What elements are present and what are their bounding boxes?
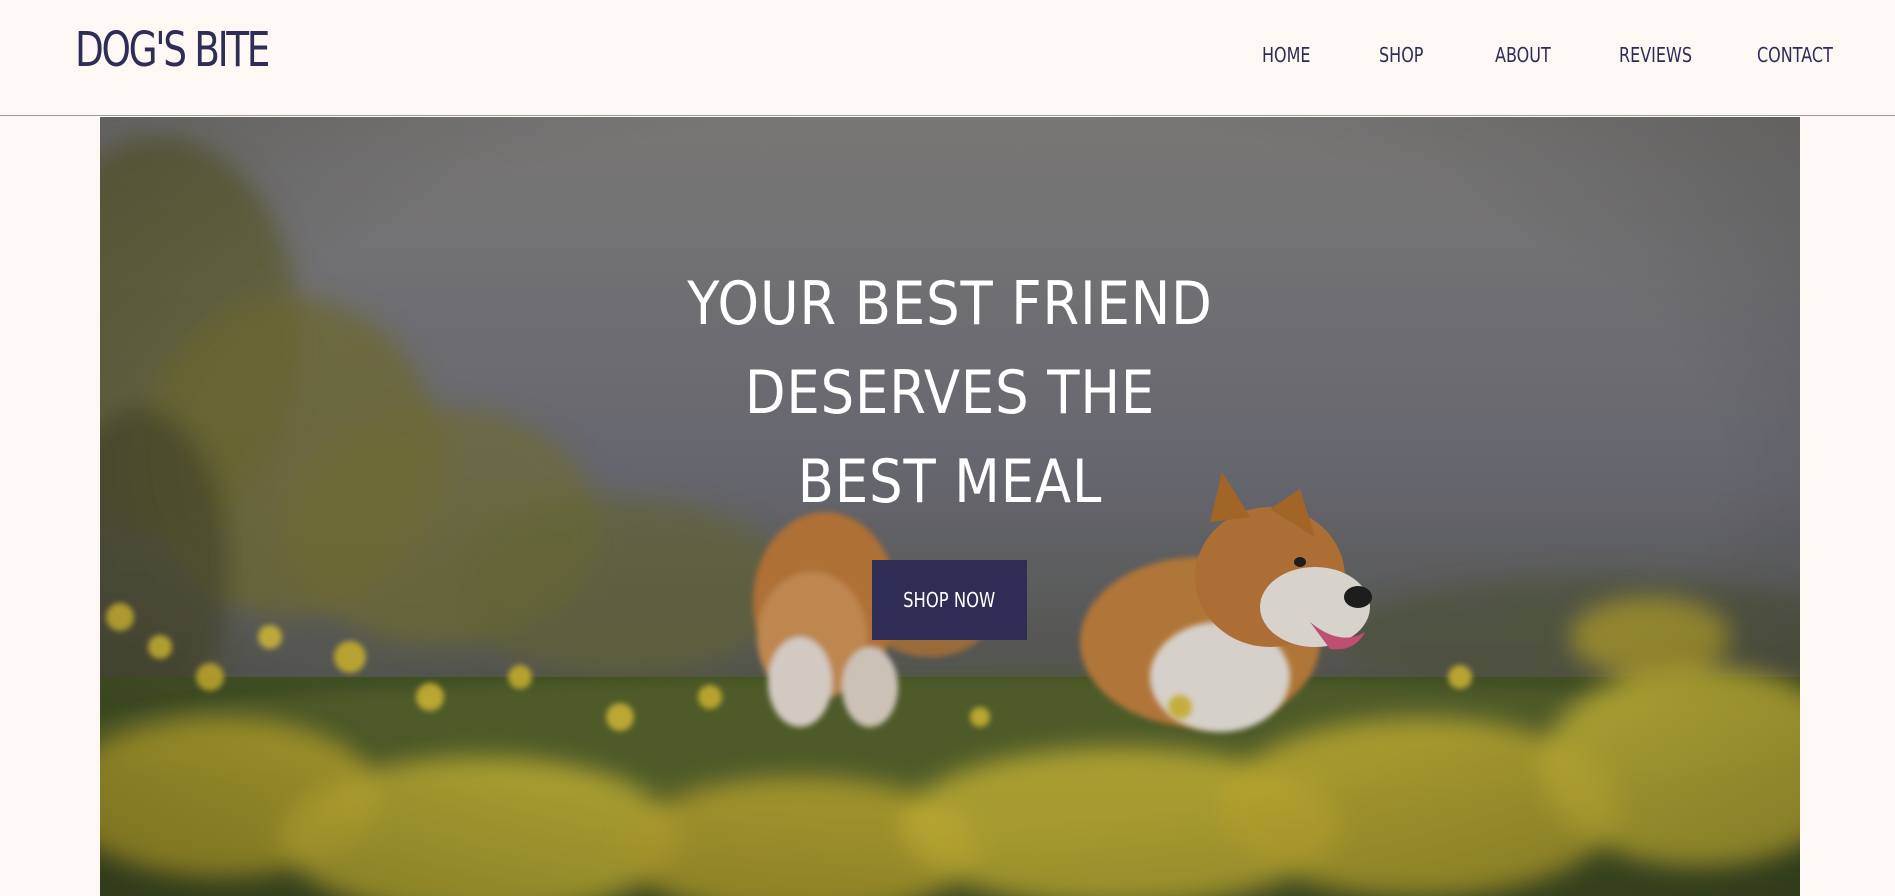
- hero-heading-line-3: BEST MEAL: [797, 447, 1103, 517]
- shop-now-button[interactable]: SHOP NOW: [872, 560, 1027, 640]
- hero-heading-line-2: DESERVES THE: [744, 358, 1156, 428]
- nav-reviews[interactable]: REVIEWS: [1619, 42, 1692, 68]
- nav-contact[interactable]: CONTACT: [1757, 42, 1833, 68]
- nav-home[interactable]: HOME: [1262, 42, 1311, 68]
- hero-heading-line-1: YOUR BEST FRIEND: [687, 269, 1213, 339]
- hero-heading: YOUR BEST FRIEND DESERVES THE BEST MEAL: [100, 260, 1800, 527]
- nav-shop[interactable]: SHOP: [1379, 42, 1423, 68]
- hero-section: YOUR BEST FRIEND DESERVES THE BEST MEAL …: [100, 117, 1800, 896]
- main-nav: HOME SHOP ABOUT REVIEWS CONTACT: [0, 42, 1895, 68]
- nav-about[interactable]: ABOUT: [1495, 42, 1551, 68]
- site-header: DOG'S BITE HOME SHOP ABOUT REVIEWS CONTA…: [0, 0, 1895, 116]
- shop-now-label: SHOP NOW: [903, 588, 996, 612]
